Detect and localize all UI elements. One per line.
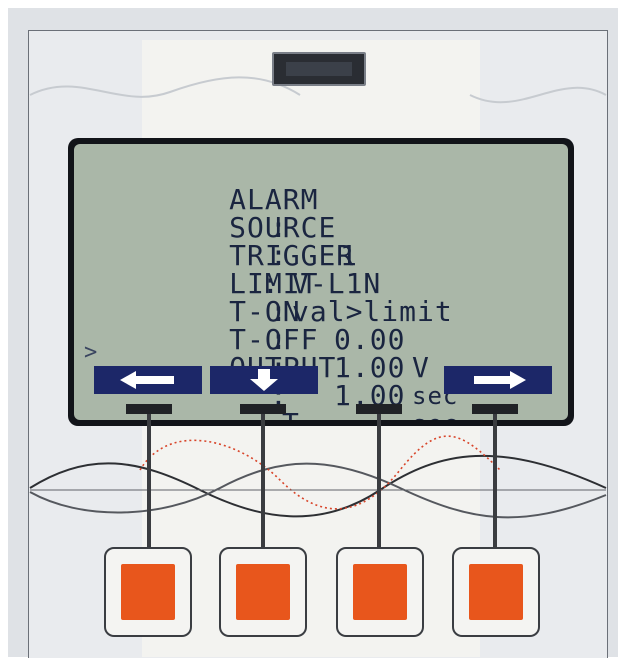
row-value: 0.00 [334,323,406,356]
arrow-down-icon [250,369,278,391]
row-value: 1.00 [334,351,406,384]
softkey-tab-4 [472,404,518,414]
function-button-1[interactable] [104,547,192,637]
softkey-left[interactable] [94,366,202,394]
button-face [469,564,523,620]
softkey-right[interactable] [444,366,552,394]
softkey-tab-1 [126,404,172,414]
function-button-4[interactable] [452,547,540,637]
lcd-screen: ALARM : 1 SOURCE : V-L1N TRIGGER : val>l… [74,144,568,420]
button-face [236,564,290,620]
button-face [353,564,407,620]
connector-line-2 [261,414,265,548]
connector-line-4 [493,414,497,548]
status-led-window [272,52,366,86]
arrow-right-icon [474,371,526,389]
function-button-2[interactable] [219,547,307,637]
row-unit: V [412,351,430,384]
row-unit: sec [412,410,458,420]
connector-line-3 [377,414,381,548]
arrow-left-icon [120,371,174,389]
softkey-tab-3 [356,404,402,414]
softkey-tab-2 [240,404,286,414]
button-face [121,564,175,620]
softkey-down[interactable] [210,366,318,394]
function-button-3[interactable] [336,547,424,637]
connector-line-1 [147,414,151,548]
selection-cursor: > [84,340,98,365]
